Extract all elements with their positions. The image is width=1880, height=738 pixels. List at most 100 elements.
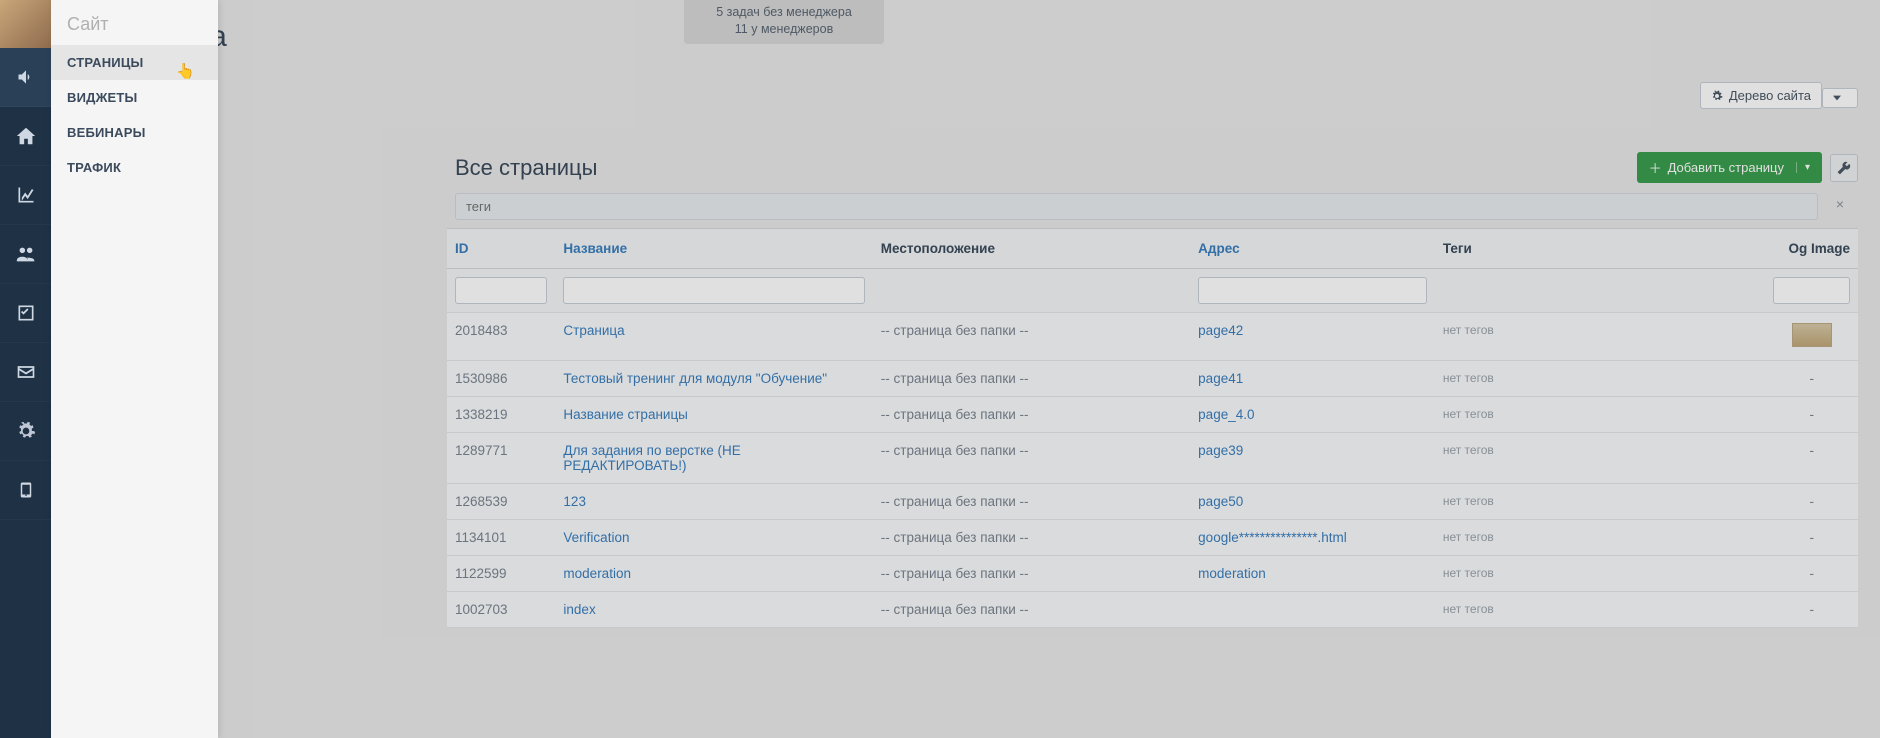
cell-tags: нет тегов (1435, 556, 1766, 592)
add-page-caret[interactable]: ▾ (1796, 162, 1810, 173)
flyout-item-widgets[interactable]: ВИДЖЕТЫ (51, 80, 218, 115)
rail-item-cog[interactable] (0, 402, 51, 461)
filter-name[interactable] (563, 277, 864, 304)
cell-location: -- страница без папки -- (873, 397, 1190, 433)
flyout-item-traffic[interactable]: ТРАФИК (51, 150, 218, 185)
rail-item-speaker[interactable] (0, 48, 51, 107)
rail-item-phone[interactable] (0, 461, 51, 520)
chevron-down-icon (1833, 94, 1841, 102)
table-row[interactable]: 2018483 Страница -- страница без папки -- p… (447, 313, 1858, 361)
cell-name: index (555, 592, 872, 628)
cell-tags: нет тегов (1435, 313, 1766, 361)
cell-id: 1289771 (447, 433, 555, 484)
cog-icon (16, 421, 36, 441)
cell-tags: нет тегов (1435, 397, 1766, 433)
page-address-link[interactable]: page50 (1198, 494, 1243, 509)
cell-location: -- страница без папки -- (873, 556, 1190, 592)
col-og[interactable]: Og Image (1765, 229, 1858, 269)
cell-name: Для задания по верстке (НЕ РЕДАКТИРОВАТЬ… (555, 433, 872, 484)
page-name-link[interactable]: Для задания по верстке (НЕ РЕДАКТИРОВАТЬ… (563, 443, 740, 473)
cell-og: - (1765, 592, 1858, 628)
cell-name: Страница (555, 313, 872, 361)
cursor-icon: 👆 (176, 62, 195, 80)
wrench-button[interactable] (1830, 154, 1858, 182)
cell-address: page42 (1190, 313, 1435, 361)
pages-table: ID Название Местоположение Адрес Теги Og… (447, 228, 1858, 628)
filter-id[interactable] (455, 277, 547, 304)
page-subtitle: е сайтом (91, 76, 1880, 108)
page-name-link[interactable]: Тестовый тренинг для модуля "Обучение" (563, 371, 827, 386)
table-row[interactable]: 1134101Verification-- страница без папки… (447, 520, 1858, 556)
cell-tags: нет тегов (1435, 520, 1766, 556)
cell-id: 1122599 (447, 556, 555, 592)
page-name-link[interactable]: index (563, 602, 595, 617)
cell-name: moderation (555, 556, 872, 592)
table-row[interactable]: 1338219Название страницы-- страница без … (447, 397, 1858, 433)
cell-og: - (1765, 484, 1858, 520)
check-icon (16, 303, 36, 323)
rail-item-check[interactable] (0, 284, 51, 343)
page-name-link[interactable]: moderation (563, 566, 631, 581)
page-address-link[interactable]: page41 (1198, 371, 1243, 386)
top-notice[interactable]: 5 задач без менеджера 11 у менеджеров (684, 0, 884, 44)
add-page-button[interactable]: ＋ Добавить страницу ▾ (1637, 152, 1822, 183)
rail-item-chart[interactable] (0, 166, 51, 225)
cell-og: - (1765, 520, 1858, 556)
cell-og (1765, 313, 1858, 361)
users-icon (15, 243, 37, 265)
table-row[interactable]: 1289771 Для задания по верстке (НЕ РЕДАКТ… (447, 433, 1858, 484)
wrench-icon (1837, 161, 1851, 175)
cell-location: -- страница без папки -- (873, 592, 1190, 628)
mail-icon (16, 362, 36, 382)
page-name-link[interactable]: Страница (563, 323, 624, 338)
col-location[interactable]: Местоположение (873, 229, 1190, 269)
col-tags[interactable]: Теги (1435, 229, 1766, 269)
cell-og: - (1765, 361, 1858, 397)
pages-panel: Все страницы ＋ Добавить страницу ▾ × ID … (447, 148, 1858, 738)
cell-name: Название страницы (555, 397, 872, 433)
table-row[interactable]: 1002703 index -- страница без папки -- нет … (447, 592, 1858, 628)
filter-row (447, 269, 1858, 313)
page-title: рная лига (91, 20, 1880, 54)
col-name[interactable]: Название (555, 229, 872, 269)
flyout-item-webinars[interactable]: ВЕБИНАРЫ (51, 115, 218, 150)
tags-clear[interactable]: × (1836, 196, 1844, 212)
cell-tags: нет тегов (1435, 592, 1766, 628)
top-notice-line2: 11 у менеджеров (694, 21, 874, 38)
tabs-row: г Настройки (91, 126, 1880, 142)
panel-heading: Все страницы (455, 155, 597, 181)
col-id[interactable]: ID (447, 229, 555, 269)
table-row[interactable]: 1268539123-- страница без папки --page50… (447, 484, 1858, 520)
page-address-link[interactable]: page42 (1198, 323, 1243, 338)
avatar[interactable] (0, 0, 51, 48)
tags-input[interactable] (455, 193, 1818, 220)
table-row[interactable]: 1122599 moderation -- страница без папки -… (447, 556, 1858, 592)
table-row[interactable]: 1530986Тестовый тренинг для модуля "Обуч… (447, 361, 1858, 397)
page-address-link[interactable]: moderation (1198, 566, 1266, 581)
page-address-link[interactable]: page_4.0 (1198, 407, 1254, 422)
cell-address: page41 (1190, 361, 1435, 397)
phone-icon (17, 479, 35, 501)
og-thumb[interactable] (1792, 323, 1832, 347)
cell-location: -- страница без папки -- (873, 484, 1190, 520)
page-name-link[interactable]: 123 (563, 494, 586, 509)
site-tree-dropdown[interactable]: Дерево сайта (1700, 82, 1858, 109)
cell-location: -- страница без папки -- (873, 520, 1190, 556)
page-name-link[interactable]: Название страницы (563, 407, 687, 422)
rail-item-house[interactable] (0, 107, 51, 166)
filter-address[interactable] (1198, 277, 1427, 304)
house-icon (15, 125, 37, 147)
rail-item-mail[interactable] (0, 343, 51, 402)
cell-id: 1002703 (447, 592, 555, 628)
cell-id: 2018483 (447, 313, 555, 361)
cell-og: - (1765, 433, 1858, 484)
site-tree-caret[interactable] (1822, 88, 1858, 108)
col-address[interactable]: Адрес (1190, 229, 1435, 269)
filter-og[interactable] (1773, 277, 1850, 304)
page-address-link[interactable]: google***************.html (1198, 530, 1347, 545)
page-name-link[interactable]: Verification (563, 530, 629, 545)
site-tree-label: Дерево сайта (1729, 88, 1811, 103)
page-address-link[interactable]: page39 (1198, 443, 1243, 458)
rail-item-users[interactable] (0, 225, 51, 284)
cell-location: -- страница без папки -- (873, 313, 1190, 361)
